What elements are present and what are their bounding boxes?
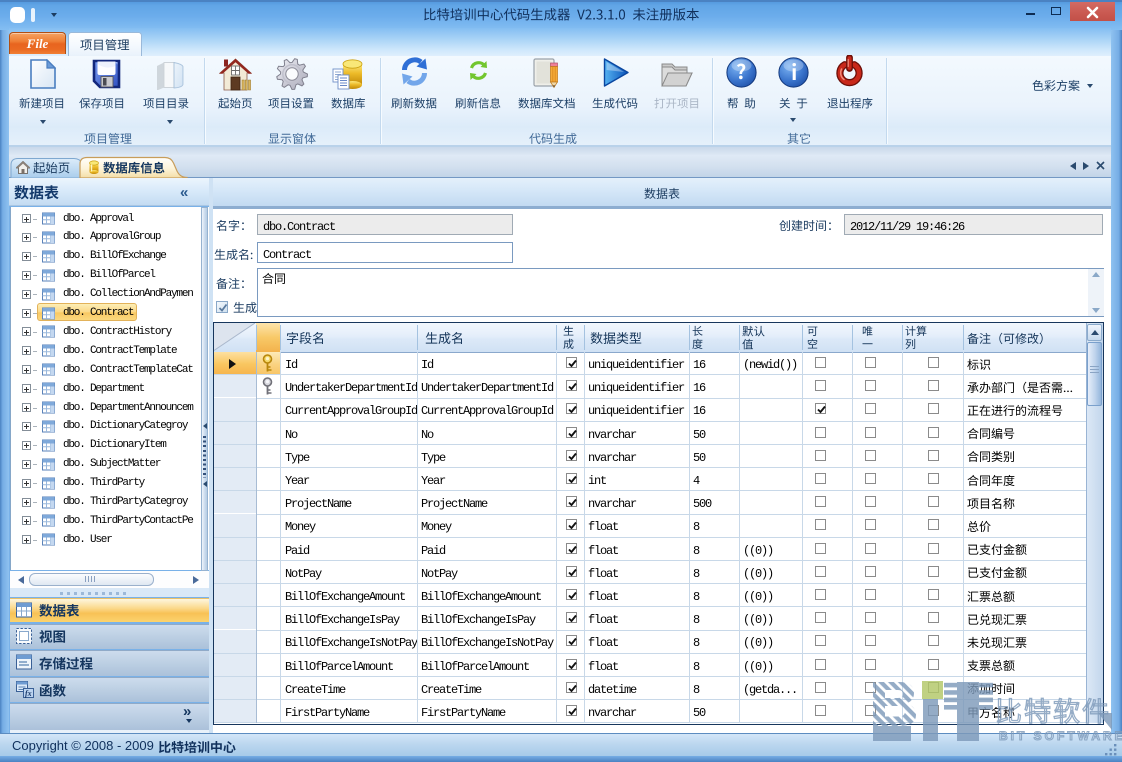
svg-text:fx: fx <box>25 689 32 698</box>
